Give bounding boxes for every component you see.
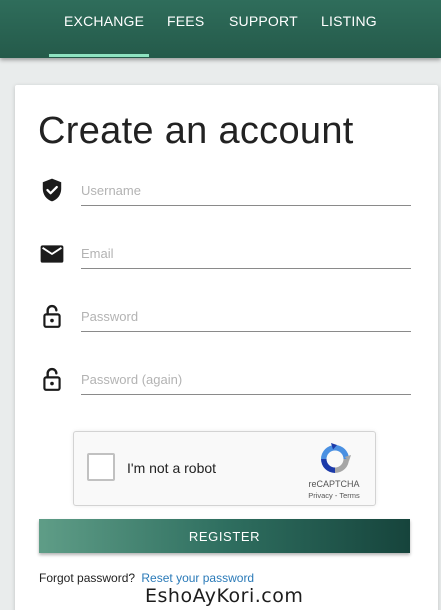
recaptcha-privacy-link[interactable]: Privacy: [308, 491, 333, 500]
recaptcha-links: Privacy - Terms: [296, 491, 372, 500]
recaptcha-checkbox[interactable]: [87, 453, 115, 481]
nav-active-indicator: [49, 54, 149, 57]
watermark: EshoAyKori.com: [145, 585, 304, 607]
envelope-icon: [40, 245, 64, 263]
password-input[interactable]: [81, 302, 411, 332]
shield-check-icon: [42, 178, 62, 202]
lock-open-icon: [43, 304, 61, 328]
username-input[interactable]: [81, 176, 411, 206]
register-button[interactable]: REGISTER: [39, 519, 410, 553]
page-title: Create an account: [38, 110, 354, 152]
email-input[interactable]: [81, 239, 411, 269]
forgot-password-text: Forgot password?: [39, 571, 136, 585]
nav-item-exchange[interactable]: EXCHANGE: [64, 13, 144, 33]
recaptcha-widget: I'm not a robot reCAPTCHA Privacy - Term…: [73, 431, 376, 506]
forgot-password-row: Forgot password? Reset your password: [39, 571, 254, 585]
recaptcha-brand: reCAPTCHA: [308, 479, 360, 489]
lock-open-icon: [43, 367, 61, 391]
nav-item-listing[interactable]: LISTING: [321, 13, 377, 33]
nav-item-support[interactable]: SUPPORT: [229, 13, 298, 33]
reset-password-link[interactable]: Reset your password: [141, 571, 254, 585]
top-nav: EXCHANGE FEES SUPPORT LISTING: [0, 0, 441, 58]
recaptcha-label: I'm not a robot: [127, 460, 217, 476]
password-again-input[interactable]: [81, 365, 411, 395]
recaptcha-terms-link[interactable]: Terms: [339, 491, 359, 500]
nav-item-fees[interactable]: FEES: [167, 13, 204, 33]
register-card: Create an account I'm not a robot: [15, 85, 438, 610]
recaptcha-logo-icon: [321, 443, 351, 473]
